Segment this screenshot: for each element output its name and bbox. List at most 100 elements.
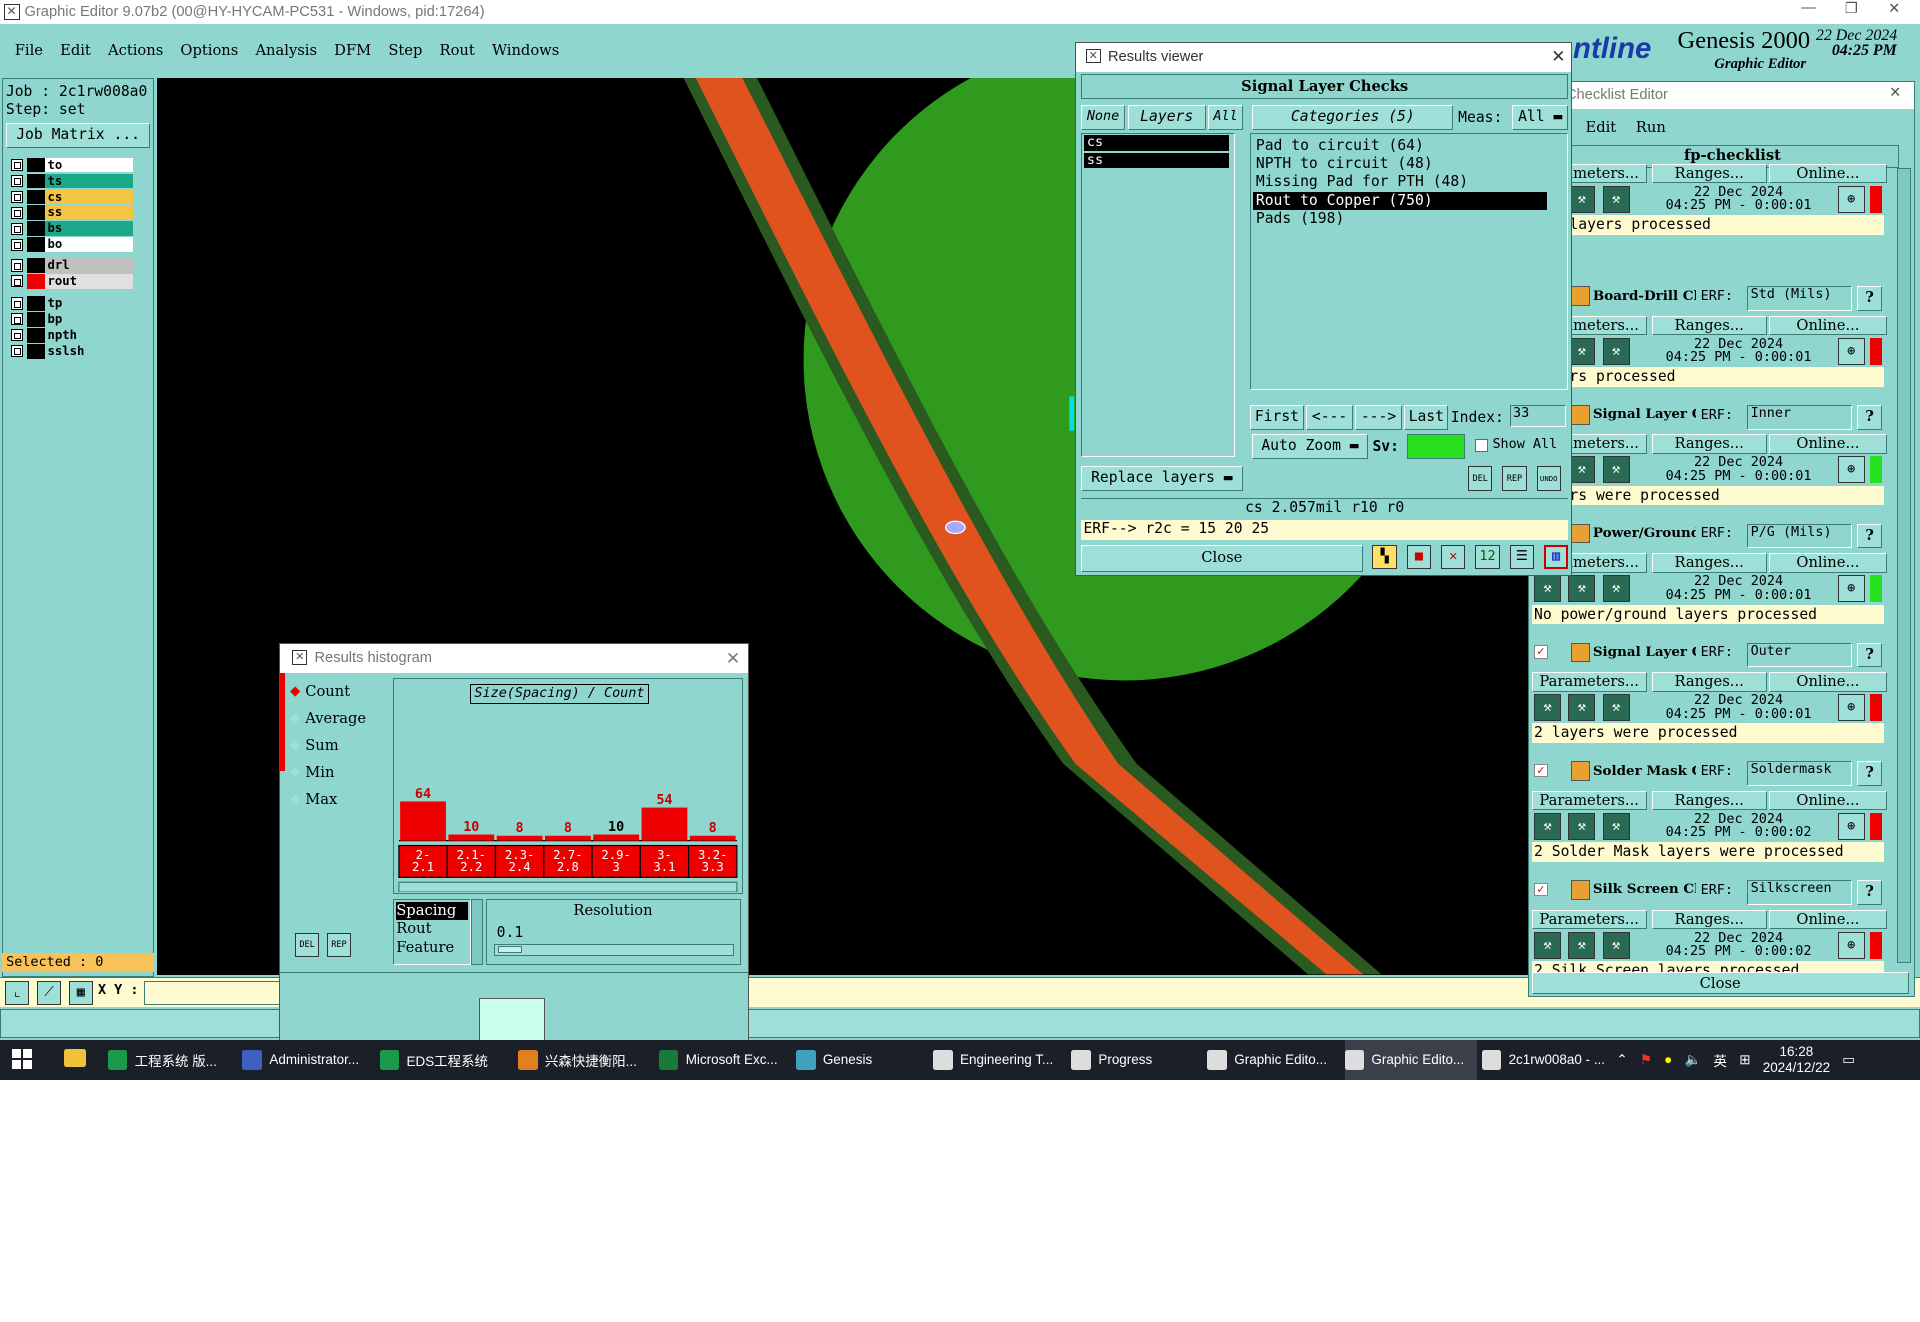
index-input[interactable]: 33 [1509, 405, 1566, 428]
online-button[interactable]: Online... [1769, 790, 1887, 811]
ranges-button[interactable]: Ranges... [1651, 671, 1767, 692]
layer-checkbox[interactable] [10, 329, 24, 342]
layer-checkbox[interactable] [10, 313, 24, 326]
results-close-button[interactable]: Close [1081, 544, 1363, 572]
mode-count[interactable]: ◆ Count [290, 681, 350, 703]
checklist-close-button[interactable]: Close [1531, 972, 1909, 995]
view-icon[interactable]: ⚒ [1602, 931, 1630, 959]
online-button[interactable]: Online... [1769, 434, 1887, 455]
clock[interactable]: 16:28 2024/12/22 [1763, 1044, 1830, 1076]
category-item[interactable]: NPTH to circuit (48) [1253, 155, 1547, 173]
view-icon[interactable]: ⚒ [1602, 694, 1630, 721]
taskbar-item[interactable]: Progress [1071, 1040, 1203, 1080]
category-item[interactable]: Rout to Copper (750) [1253, 191, 1548, 211]
item-checkbox[interactable]: ✓ [1534, 882, 1548, 897]
item-name[interactable]: Power/Ground C [1593, 525, 1696, 541]
ime-mode-icon[interactable]: ⊞ [1739, 1052, 1750, 1068]
run-all-icon[interactable]: ⚒ [1568, 337, 1596, 365]
ranges-button[interactable]: Ranges... [1651, 909, 1767, 930]
measure-icon[interactable]: ⟋ [36, 980, 62, 1006]
view-icon[interactable]: ⚒ [1602, 185, 1630, 213]
checklist-scrollbar[interactable] [1896, 167, 1912, 964]
all-button[interactable]: All [1208, 105, 1243, 130]
item-name[interactable]: Signal Layer Ch [1593, 406, 1696, 422]
layer-row-to[interactable]: to [10, 157, 134, 173]
ranges-button[interactable]: Ranges... [1651, 315, 1767, 336]
layer-row-bs[interactable]: bs [10, 221, 134, 237]
start-icon[interactable] [12, 1049, 32, 1069]
checklist-close-icon[interactable]: ✕ [1889, 84, 1901, 101]
online-button[interactable]: Online... [1769, 553, 1887, 573]
measure-listbox[interactable]: Spacing Rout Feature [392, 898, 472, 965]
parameters-button[interactable]: Parameters... [1531, 790, 1647, 811]
checklist-menu-run[interactable]: Run [1636, 119, 1666, 136]
help-button[interactable]: ? [1857, 405, 1882, 430]
none-button[interactable]: None [1081, 105, 1126, 130]
number-icon[interactable]: 12 [1475, 544, 1500, 570]
run-icon[interactable]: ⚒ [1534, 812, 1561, 840]
zoom-icon[interactable]: ⊕ [1837, 575, 1865, 603]
zoom-icon[interactable]: ⊕ [1837, 812, 1865, 840]
menu-actions[interactable]: Actions [108, 42, 163, 59]
volume-icon[interactable]: 🔈 [1685, 1052, 1702, 1068]
erf-input[interactable]: Silkscreen [1747, 880, 1853, 905]
menu-analysis[interactable]: Analysis [255, 42, 317, 59]
layer-row-cs[interactable]: cs [10, 189, 134, 205]
rv-layer-item[interactable]: cs [1084, 135, 1230, 152]
run-all-icon[interactable]: ⚒ [1568, 456, 1596, 484]
snap-icon[interactable]: ⌞ [4, 980, 30, 1006]
taskbar-item[interactable]: 工程系统 版... [107, 1040, 240, 1080]
file-explorer-icon[interactable] [63, 1049, 86, 1067]
taskbar-item[interactable]: Graphic Edito... [1207, 1040, 1339, 1080]
help-button[interactable]: ? [1857, 642, 1882, 668]
taskbar-item[interactable]: 2c1rw008a0 - ... [1481, 1040, 1614, 1080]
run-icon[interactable]: ⚒ [1534, 575, 1561, 603]
measure-scroll[interactable] [471, 898, 484, 965]
view-icon[interactable]: ⚒ [1602, 575, 1630, 603]
parameters-button[interactable]: Parameters... [1531, 671, 1647, 692]
run-all-icon[interactable]: ⚒ [1568, 812, 1596, 840]
meas-select[interactable]: All ▬ [1512, 105, 1569, 130]
item-name[interactable]: Board-Drill Che [1593, 288, 1696, 304]
help-button[interactable]: ? [1857, 523, 1882, 549]
category-listbox[interactable]: Pad to circuit (64) NPTH to circuit (48) M… [1249, 133, 1569, 391]
prev-button[interactable]: <--- [1306, 405, 1353, 430]
run-all-icon[interactable]: ⚒ [1568, 931, 1596, 959]
sv-select[interactable] [1406, 434, 1466, 459]
category-item[interactable]: Pad to circuit (64) [1253, 137, 1547, 155]
zoom-icon[interactable]: ⊕ [1837, 456, 1865, 484]
online-button[interactable]: Online... [1769, 315, 1887, 336]
layer-row-tp[interactable]: tp [10, 296, 134, 311]
ranges-button[interactable]: Ranges... [1651, 163, 1767, 184]
measure-item[interactable]: Feature [396, 939, 467, 957]
mode-max[interactable]: ◆ Max [290, 788, 337, 810]
layer-row-ts[interactable]: ts [10, 173, 134, 189]
layer-listbox[interactable]: cs ss [1081, 133, 1236, 457]
grid-icon[interactable]: ▦ [68, 980, 94, 1006]
stop-icon[interactable]: ■ [1406, 544, 1432, 570]
mode-min[interactable]: ◆ Min [290, 761, 334, 783]
layer-checkbox[interactable] [10, 297, 24, 310]
online-button[interactable]: Online... [1769, 909, 1887, 930]
mode-average[interactable]: ◆ Average [290, 708, 366, 730]
layer-row-sslsh[interactable]: sslsh [10, 343, 134, 359]
layer-checkbox[interactable] [10, 222, 24, 235]
layers-button[interactable]: Layers [1127, 105, 1206, 130]
ranges-button[interactable]: Ranges... [1651, 553, 1767, 573]
close-icon[interactable]: ✕ [1876, 0, 1913, 24]
show-all-checkbox[interactable] [1475, 439, 1488, 452]
taskbar-item[interactable]: EDS工程系统 [379, 1040, 512, 1080]
ranges-button[interactable]: Ranges... [1651, 790, 1767, 811]
online-button[interactable]: Online... [1769, 671, 1887, 692]
menu-file[interactable]: File [15, 42, 43, 59]
next-button[interactable]: ---> [1355, 405, 1402, 430]
layer-row-bp[interactable]: bp [10, 312, 134, 327]
clear-icon[interactable]: ✕ [1441, 544, 1466, 570]
layer-row-npth[interactable]: npth [10, 327, 134, 343]
measure-item[interactable]: Rout [396, 920, 467, 938]
taskbar-item[interactable]: Engineering T... [933, 1040, 1065, 1080]
hist-delete-icon[interactable]: DEL [294, 932, 320, 958]
network-icon[interactable]: ● [1664, 1052, 1672, 1067]
parameters-button[interactable]: Parameters... [1531, 909, 1647, 930]
help-button[interactable]: ? [1857, 761, 1882, 786]
